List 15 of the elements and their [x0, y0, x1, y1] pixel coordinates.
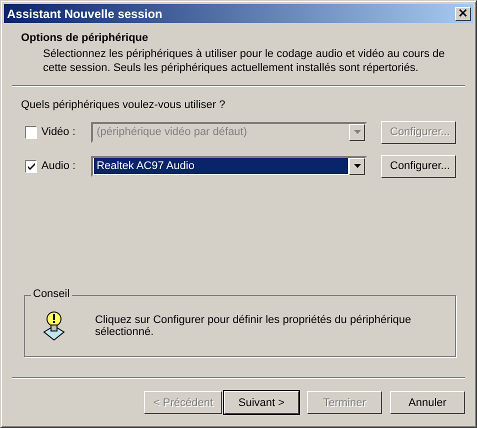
checkbox-label: Audio :	[41, 160, 77, 172]
close-button[interactable]: ×	[455, 6, 471, 20]
question-label: Quels périphériques voulez-vous utiliser ?	[21, 99, 226, 111]
device-dropdown[interactable]: Realtek AC97 Audio	[90, 156, 367, 176]
wizard-button[interactable]: Suivant >	[224, 391, 299, 414]
checkbox[interactable]	[25, 160, 38, 172]
header-title: Options de périphérique	[21, 32, 150, 44]
tip-text: Cliquez sur Configurer pour définir les propriétés du périphérique sélectionné.	[95, 314, 412, 338]
wizard-button[interactable]: Annuler	[390, 391, 465, 414]
lightbulb-icon	[43, 311, 65, 341]
configure-button[interactable]: Configurer...	[381, 154, 456, 178]
checkbox-label: Vidéo :	[41, 126, 76, 138]
header-description: Sélectionnez les périphériques à utiliser pour le codage audio et vidéo au cours de cette session. Seuls les périphériques actuellement installés sont répertoriés.	[42, 47, 446, 75]
window-title: Assistant Nouvelle session	[7, 6, 162, 20]
tip-title: Conseil	[31, 288, 72, 300]
